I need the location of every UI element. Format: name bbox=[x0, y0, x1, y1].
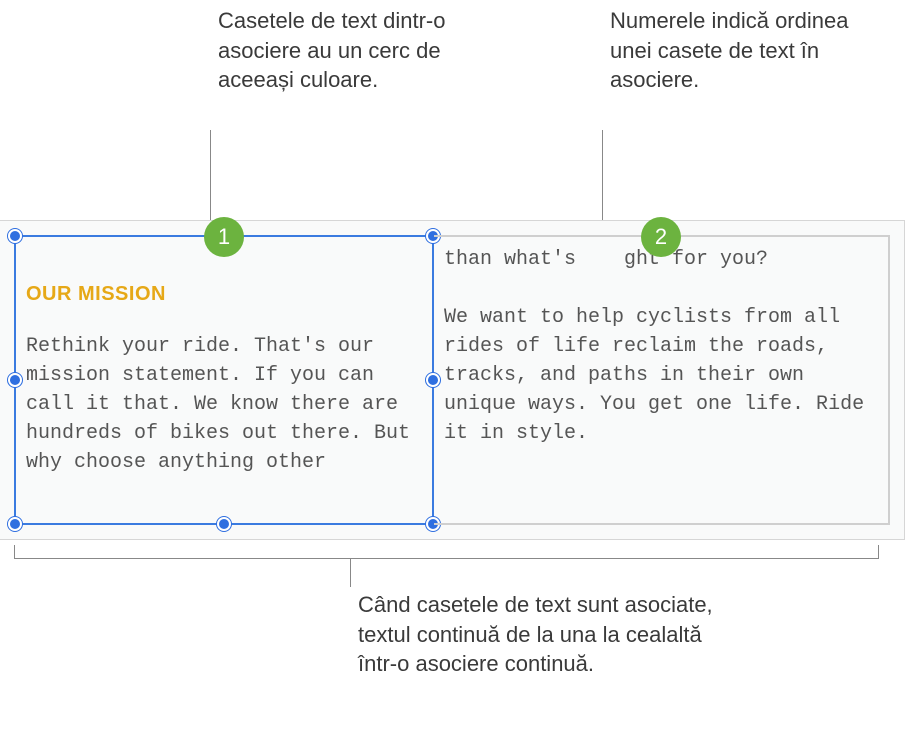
textbox-1[interactable]: 1 OUR MISSION Rethink your ride. That's … bbox=[14, 235, 434, 525]
resize-handle[interactable] bbox=[8, 373, 22, 387]
textbox-2[interactable]: 2 than what's ght for you? We want to he… bbox=[434, 235, 890, 525]
linked-textboxes-canvas: 1 OUR MISSION Rethink your ride. That's … bbox=[0, 220, 905, 540]
bracket-line bbox=[14, 545, 879, 559]
thread-badge-number: 2 bbox=[655, 224, 667, 250]
resize-handle[interactable] bbox=[217, 517, 231, 531]
resize-handle[interactable] bbox=[8, 517, 22, 531]
resize-handle[interactable] bbox=[8, 229, 22, 243]
callout-leader-line bbox=[210, 130, 211, 220]
thread-badge-number: 1 bbox=[218, 224, 230, 250]
thread-badge-2: 2 bbox=[641, 217, 681, 257]
callout-leader-line bbox=[602, 130, 603, 220]
callout-thread-color: Casetele de text dintr-o asociere au un … bbox=[218, 6, 478, 95]
textbox-2-body: than what's ght for you? We want to help… bbox=[434, 237, 888, 458]
textbox-1-heading: OUR MISSION bbox=[16, 279, 432, 306]
callout-thread-order: Numerele indică ordinea unei casete de t… bbox=[610, 6, 890, 95]
textbox-1-body: Rethink your ride. That's our mission st… bbox=[16, 306, 432, 487]
callout-linked-flow: Când casetele de text sunt asociate, tex… bbox=[358, 590, 718, 679]
bracket-stem bbox=[350, 559, 351, 587]
thread-badge-1: 1 bbox=[204, 217, 244, 257]
